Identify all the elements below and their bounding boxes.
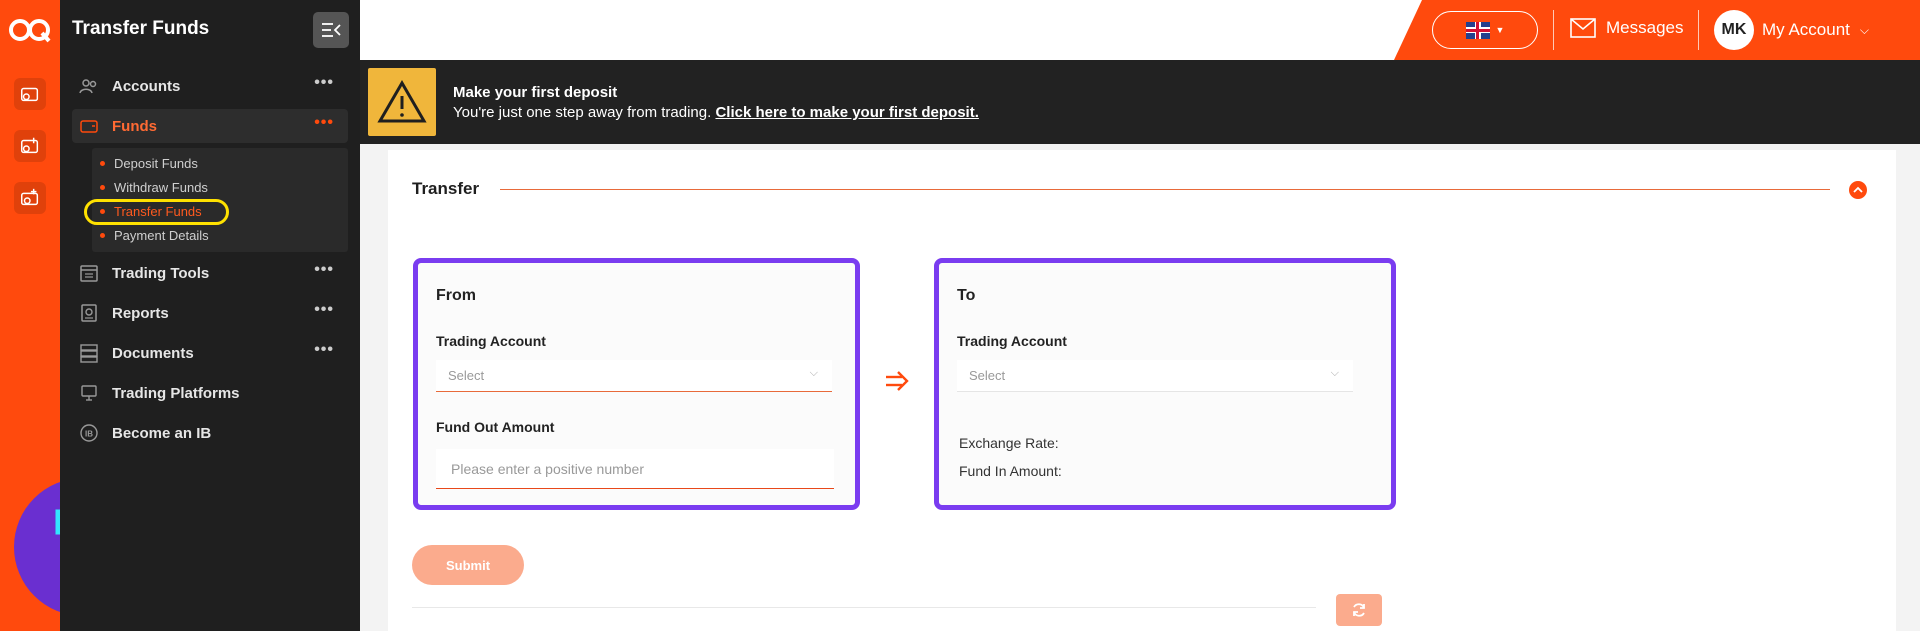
collapse-sidebar-button[interactable]: [313, 12, 349, 48]
page-title: Transfer Funds: [72, 18, 210, 39]
chevron-up-icon: [1853, 186, 1863, 193]
ib-icon: IB: [78, 422, 100, 444]
more-options-icon[interactable]: •••: [314, 342, 334, 358]
chevron-down-icon: ⌵: [1859, 22, 1869, 37]
sidebar-item-label: Trading Tools: [112, 264, 210, 282]
fund-out-amount-label: Fund Out Amount: [436, 419, 555, 435]
documents-icon: [78, 342, 100, 364]
sidebar-item-label: Reports: [112, 304, 169, 322]
messages-label: Messages: [1606, 18, 1684, 37]
submenu-item-deposit-funds[interactable]: Deposit Funds: [100, 153, 198, 173]
envelope-icon: [1570, 18, 1596, 38]
more-options-icon[interactable]: •••: [314, 115, 334, 131]
divider: [412, 607, 1316, 608]
icon-rail: [0, 0, 152, 631]
submenu-item-payment-details[interactable]: Payment Details: [100, 225, 209, 245]
sidebar-item-trading-platforms[interactable]: Trading Platforms: [72, 376, 348, 410]
accounts-icon: [78, 75, 100, 97]
sidebar-item-funds[interactable]: Funds •••: [72, 109, 348, 143]
wallet-shortcut-icon[interactable]: [14, 78, 46, 110]
to-panel: To Trading Account Select ⌵ Exchange Rat…: [934, 258, 1396, 510]
more-options-icon[interactable]: •••: [314, 302, 334, 318]
annotation-highlight-ring: [84, 199, 229, 225]
wallet-icon: [78, 115, 100, 137]
account-menu[interactable]: MK My Account ⌵: [1714, 10, 1869, 50]
calendar-icon: [78, 262, 100, 284]
sidebar-item-label: Trading Platforms: [112, 384, 240, 402]
to-heading: To: [957, 287, 976, 304]
deposit-banner: Make your first deposit You're just one …: [360, 60, 1920, 144]
from-account-select[interactable]: Select ⌵: [436, 360, 832, 392]
banner-title: Make your first deposit: [453, 84, 618, 101]
sidebar-item-become-ib[interactable]: IB Become an IB: [72, 416, 348, 450]
avatar: MK: [1714, 10, 1754, 50]
sidebar-item-documents[interactable]: Documents •••: [72, 336, 348, 370]
sidebar-item-reports[interactable]: Reports •••: [72, 296, 348, 330]
language-selector[interactable]: ▼: [1432, 11, 1538, 49]
deposit-shortcut-icon[interactable]: [14, 130, 46, 162]
brand-logo[interactable]: [8, 14, 52, 46]
from-account-label: Trading Account: [436, 333, 546, 349]
fund-out-amount-input[interactable]: [436, 449, 834, 489]
refresh-button[interactable]: [1336, 594, 1382, 626]
warning-icon: [368, 68, 436, 136]
account-label: My Account: [1762, 20, 1850, 39]
transfer-shortcut-icon[interactable]: [14, 182, 46, 214]
more-options-icon[interactable]: •••: [314, 262, 334, 278]
oq-logo-icon: [9, 19, 51, 43]
fund-in-amount-label: Fund In Amount:: [959, 463, 1062, 479]
exchange-rate-label: Exchange Rate:: [959, 435, 1059, 451]
to-account-label: Trading Account: [957, 333, 1067, 349]
sidebar-item-trading-tools[interactable]: Trading Tools •••: [72, 256, 348, 290]
submit-button[interactable]: Submit: [412, 545, 524, 585]
menu-collapse-icon: [322, 23, 341, 37]
divider: [1698, 10, 1699, 50]
section-divider: [500, 189, 1830, 190]
sidebar: Transfer Funds Accounts ••• Funds ••• Tr…: [60, 0, 360, 631]
more-options-icon[interactable]: •••: [314, 75, 334, 91]
chevron-down-icon: ⌵: [809, 367, 818, 379]
divider: [1553, 10, 1554, 50]
sidebar-item-label: Become an IB: [112, 424, 212, 442]
collapse-section-button[interactable]: [1849, 181, 1867, 199]
sidebar-item-accounts[interactable]: Accounts •••: [72, 69, 348, 103]
submenu-item-withdraw-funds[interactable]: Withdraw Funds: [100, 177, 208, 197]
sidebar-item-label: Funds: [112, 117, 157, 135]
refresh-icon: [1353, 603, 1365, 617]
first-deposit-link[interactable]: Click here to make your first deposit.: [715, 104, 978, 121]
sidebar-item-label: Accounts: [112, 77, 181, 95]
messages-link[interactable]: Messages: [1570, 18, 1683, 38]
sidebar-item-label: Documents: [112, 344, 194, 362]
platforms-icon: [78, 382, 100, 404]
chevron-down-icon: ⌵: [1330, 367, 1339, 379]
reports-icon: [78, 302, 100, 324]
uk-flag-icon: [1465, 21, 1490, 39]
caret-down-icon: ▼: [1495, 25, 1505, 35]
transfer-arrow-icon: [884, 370, 910, 397]
section-title: Transfer: [412, 179, 480, 198]
from-heading: From: [436, 287, 476, 304]
banner-text: You're just one step away from trading. …: [453, 104, 979, 121]
from-panel: From Trading Account Select ⌵ Fund Out A…: [413, 258, 860, 510]
to-account-select[interactable]: Select ⌵: [957, 360, 1353, 392]
svg-text:IB: IB: [85, 430, 93, 439]
